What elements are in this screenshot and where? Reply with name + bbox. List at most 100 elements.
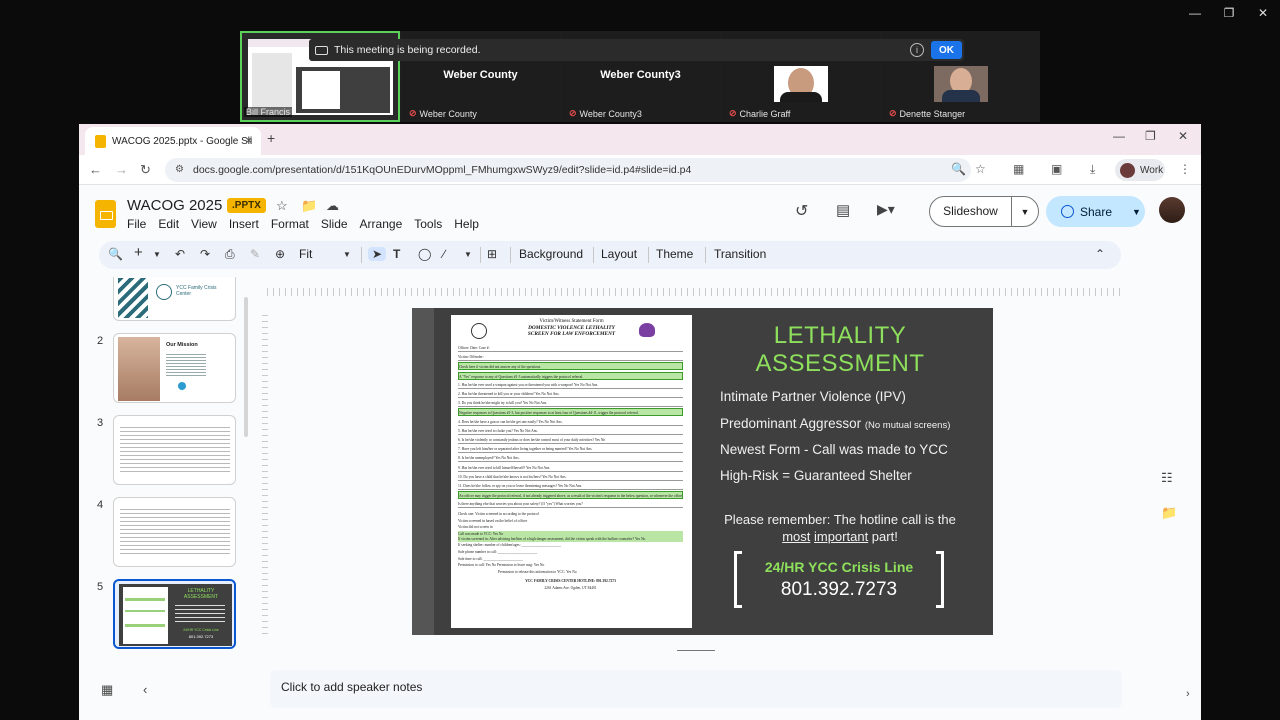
menu-arrange[interactable]: Arrange (360, 217, 403, 231)
document-title[interactable]: WACOG 2025 (127, 197, 222, 214)
chevron-down-icon[interactable]: ▼ (1132, 207, 1141, 217)
globe-icon (1061, 205, 1074, 218)
slide-thumbnail-5-selected[interactable]: LETHALITY ASSESSMENT 24/HR YCC Crisis Li… (113, 579, 236, 649)
crisis-line-box[interactable]: 24/HR YCC Crisis Line 801.392.7273 (734, 551, 944, 611)
zoom-select[interactable]: Fit (299, 247, 312, 261)
select-cursor-icon[interactable]: ➤ (368, 247, 387, 261)
browser-tab[interactable]: WACOG 2025.pptx - Google Sli ✕ (85, 127, 261, 155)
recording-banner: This meeting is being recorded. i OK (309, 39, 964, 61)
download-icon[interactable]: ⤓ (1090, 162, 1095, 177)
paint-format-icon[interactable]: ✎ (250, 247, 260, 261)
theme-button[interactable]: Theme (656, 247, 693, 261)
collapse-filmstrip-icon[interactable]: ‹ (143, 682, 147, 697)
shape-icon[interactable]: ◯ (418, 247, 431, 261)
bookmark-star-icon[interactable]: ☆ (975, 162, 986, 176)
forward-icon[interactable]: → (115, 162, 128, 177)
account-avatar[interactable] (1159, 197, 1185, 223)
slide-thumbnail-3[interactable] (113, 415, 236, 485)
add-comment-icon[interactable]: ⊞ (487, 247, 497, 261)
slides-logo[interactable] (95, 200, 116, 228)
close-tab-icon[interactable]: ✕ (245, 136, 253, 147)
bullet-ipv[interactable]: Intimate Partner Violence (IPV) (720, 389, 906, 404)
bullet-predominant-aggressor[interactable]: Predominant Aggressor (No mutual screens… (720, 416, 950, 431)
cloud-status-icon[interactable]: ☁ (326, 198, 339, 214)
new-tab-icon[interactable]: + (267, 130, 275, 146)
recording-banner-text: This meeting is being recorded. (334, 44, 481, 56)
filmstrip-scrollbar[interactable] (244, 297, 248, 437)
extensions-icon[interactable]: ▦ (1013, 162, 1024, 176)
menu-view[interactable]: View (191, 217, 217, 231)
slide-5-title: LETHALITY ASSESSMENT (183, 588, 219, 600)
new-slide-icon[interactable]: + (134, 244, 143, 261)
slide-thumbnail-2[interactable]: Our Mission (113, 333, 236, 403)
zoom-icon[interactable]: ⊕ (275, 247, 285, 261)
url-field[interactable]: ⚙ docs.google.com/presentation/d/151KqOU… (165, 158, 971, 182)
collapse-menus-icon[interactable]: ⌃ (1095, 247, 1105, 261)
transition-button[interactable]: Transition (714, 247, 766, 261)
slideshow-button[interactable]: Slideshow ▼ (929, 196, 1039, 227)
expand-side-panel-icon[interactable]: › (1186, 688, 1190, 700)
profile-button[interactable]: Work (1115, 159, 1165, 181)
move-folder-icon[interactable]: 📁 (301, 198, 317, 214)
slide-canvas[interactable]: Victim/Witness Statement Form DOMESTIC V… (412, 308, 993, 635)
remember-text[interactable]: Please remember: The hotline call is the… (712, 511, 968, 545)
lethality-form-image[interactable]: Victim/Witness Statement Form DOMESTIC V… (451, 315, 692, 628)
screen: — ❐ ✕ Bill Francis Weber County ⊘ Weber C… (0, 0, 1280, 720)
restore-icon[interactable]: ❐ (1212, 0, 1246, 26)
close-icon[interactable]: ✕ (1246, 0, 1280, 26)
undo-icon[interactable]: ↶ (175, 247, 185, 261)
grid-view-icon[interactable]: ▦ (101, 682, 113, 698)
more-menu-icon[interactable]: ⋮ (1179, 162, 1191, 176)
horizontal-ruler[interactable] (267, 288, 1122, 296)
chevron-down-icon[interactable]: ▼ (464, 250, 472, 259)
site-info-icon[interactable]: ⚙ (175, 164, 184, 175)
chevron-down-icon[interactable]: ▼ (1012, 207, 1038, 217)
menu-format[interactable]: Format (271, 217, 309, 231)
line-icon[interactable]: ∕ (443, 247, 445, 261)
bullet-high-risk[interactable]: High-Risk = Guaranteed Shelter (720, 468, 912, 483)
info-icon[interactable]: i (910, 43, 924, 57)
menu-file[interactable]: File (127, 217, 146, 231)
menu-edit[interactable]: Edit (158, 217, 179, 231)
layout-button[interactable]: Layout (601, 247, 637, 261)
ok-button[interactable]: OK (931, 41, 962, 59)
zoom-icon[interactable]: 🔍 (951, 162, 966, 176)
bullet-newest-form[interactable]: Newest Form - Call was made to YCC (720, 442, 948, 457)
text-box-icon[interactable]: T (393, 247, 400, 261)
back-icon[interactable]: ← (89, 162, 102, 177)
print-icon[interactable]: ⎙ (225, 247, 235, 262)
menu-tools[interactable]: Tools (414, 217, 442, 231)
slide-title[interactable]: LETHALITY ASSESSMENT (712, 322, 968, 378)
media-router-icon[interactable]: ▣ (1051, 162, 1062, 176)
notes-resize-handle[interactable] (677, 650, 715, 651)
keep-notes-icon[interactable]: ☷ (1161, 470, 1173, 486)
minimize-icon[interactable]: — (1113, 129, 1125, 143)
slide-number: 2 (97, 335, 104, 347)
version-history-icon[interactable]: ↺ (795, 201, 808, 221)
menu-bar: File Edit View Insert Format Slide Arran… (127, 217, 479, 231)
menu-slide[interactable]: Slide (321, 217, 348, 231)
slide-thumbnail-4[interactable] (113, 497, 236, 567)
star-icon[interactable]: ☆ (276, 198, 288, 214)
participant-label: ⊘ Weber County3 (569, 108, 642, 119)
share-button[interactable]: Share ▼ (1046, 196, 1145, 227)
search-menus-icon[interactable]: 🔍 (108, 247, 123, 261)
meet-camera-icon[interactable]: ▶▾ (877, 201, 895, 218)
background-button[interactable]: Background (519, 247, 583, 261)
vertical-ruler[interactable] (262, 312, 268, 634)
form-row: Victim: Offender: (458, 353, 683, 362)
slide-thumbnail-1[interactable]: YCC Family Crisis Center (113, 277, 236, 321)
form-row: 11. Does he/she follow or spy on you or … (458, 482, 683, 490)
menu-help[interactable]: Help (454, 217, 479, 231)
reload-icon[interactable]: ↻ (140, 162, 151, 178)
redo-icon[interactable]: ↷ (200, 247, 210, 261)
menu-insert[interactable]: Insert (229, 217, 259, 231)
speaker-notes-field[interactable]: Click to add speaker notes (270, 670, 1122, 708)
minimize-icon[interactable]: — (1178, 0, 1212, 26)
chevron-down-icon[interactable]: ▼ (343, 250, 351, 259)
comments-icon[interactable]: ▤ (836, 201, 850, 219)
close-icon[interactable]: ✕ (1178, 129, 1188, 143)
restore-icon[interactable]: ❐ (1145, 129, 1156, 143)
folder-icon[interactable]: 📁 (1161, 505, 1177, 521)
chevron-down-icon[interactable]: ▼ (153, 250, 161, 259)
